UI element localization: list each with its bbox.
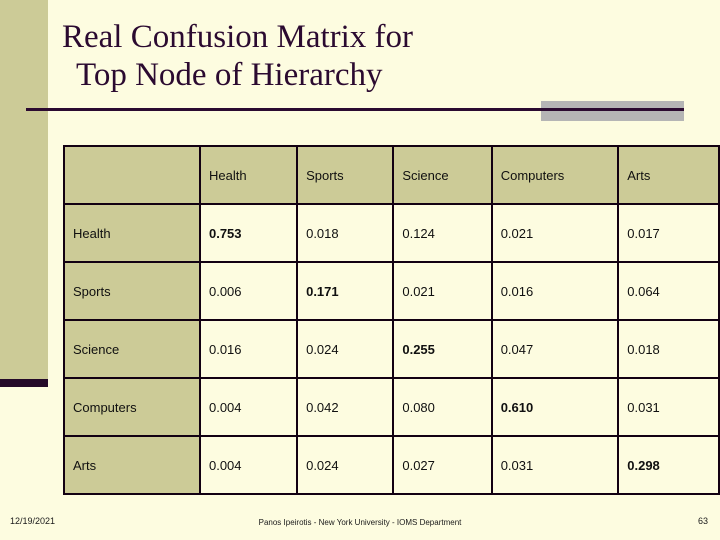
column-header-health: Health [198,145,299,205]
table-row: Health 0.753 0.018 0.124 0.021 0.017 [63,203,720,263]
cell-arts-sports: 0.024 [296,435,395,495]
cell-computers-health: 0.004 [198,377,299,437]
matrix-body: Health Sports Science Computers Arts Hea… [63,145,720,495]
table-row: Arts 0.004 0.024 0.027 0.031 0.298 [63,435,720,495]
cell-science-sports: 0.024 [296,319,395,379]
footer-page-number: 63 [697,516,708,526]
confusion-matrix-table: Health Sports Science Computers Arts Hea… [63,145,720,495]
row-label-sports: Sports [63,261,201,321]
table-row: Computers 0.004 0.042 0.080 0.610 0.031 [63,377,720,437]
cell-sports-health: 0.006 [198,261,299,321]
cell-computers-science: 0.080 [392,377,493,437]
footer-attribution: Panos Ipeirotis - New York University - … [258,518,462,527]
column-header-computers: Computers [490,145,620,205]
cell-arts-computers: 0.031 [490,435,620,495]
title-line-2: Top Node of Hierarchy [76,57,383,93]
row-label-health: Health [63,203,201,263]
left-accent-band-cap [0,379,48,387]
title-underline-rule [26,108,684,111]
row-label-science: Science [63,319,201,379]
cell-health-computers: 0.021 [490,203,620,263]
title-line-1: Real Confusion Matrix for [62,19,414,55]
cell-arts-health: 0.004 [198,435,299,495]
cell-health-sports: 0.018 [296,203,395,263]
cell-science-health: 0.016 [198,319,299,379]
row-label-computers: Computers [63,377,201,437]
cell-sports-sports: 0.171 [296,261,395,321]
column-header-science: Science [392,145,493,205]
title-gray-tab [541,101,684,121]
column-header-arts: Arts [617,145,720,205]
table-row: Science 0.016 0.024 0.255 0.047 0.018 [63,319,720,379]
cell-computers-arts: 0.031 [617,377,720,437]
confusion-matrix: Health Sports Science Computers Arts Hea… [63,145,720,495]
cell-computers-computers: 0.610 [490,377,620,437]
cell-arts-science: 0.027 [392,435,493,495]
cell-health-arts: 0.017 [617,203,720,263]
cell-health-science: 0.124 [392,203,493,263]
cell-sports-arts: 0.064 [617,261,720,321]
cell-sports-computers: 0.016 [490,261,620,321]
matrix-corner-cell [63,145,201,205]
cell-science-computers: 0.047 [490,319,620,379]
row-label-arts: Arts [63,435,201,495]
column-header-sports: Sports [296,145,395,205]
cell-computers-sports: 0.042 [296,377,395,437]
cell-arts-arts: 0.298 [617,435,720,495]
cell-science-science: 0.255 [392,319,493,379]
cell-science-arts: 0.018 [617,319,720,379]
cell-sports-science: 0.021 [392,261,493,321]
cell-health-health: 0.753 [198,203,299,263]
table-header-row: Health Sports Science Computers Arts [63,145,720,205]
table-row: Sports 0.006 0.171 0.021 0.016 0.064 [63,261,720,321]
page-title: Real Confusion Matrix for Top Node of Hi… [62,18,662,94]
left-accent-band [0,0,48,379]
